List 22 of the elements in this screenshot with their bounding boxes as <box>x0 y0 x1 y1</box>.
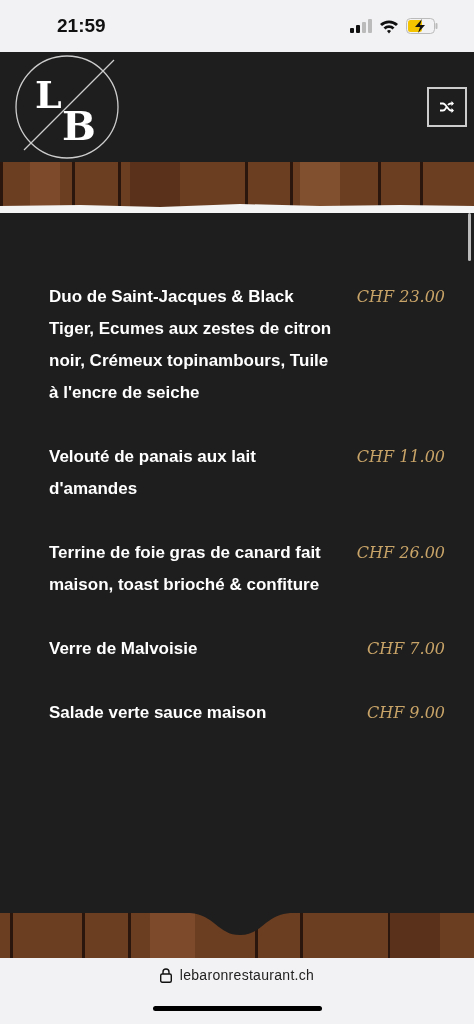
lock-icon <box>159 967 172 983</box>
shuffle-button[interactable] <box>427 87 467 127</box>
shuffle-icon <box>440 101 454 113</box>
dish-name: Verre de Malvoisie <box>49 638 199 660</box>
dish-name: Salade verte sauce maison <box>49 702 268 724</box>
wifi-icon <box>379 18 399 34</box>
signal-icon <box>350 19 372 33</box>
dish-price: CHF 11.00 <box>356 446 445 468</box>
logo-letter: B <box>62 106 96 146</box>
dish-price: CHF 9.00 <box>367 702 445 724</box>
logo[interactable]: L B <box>14 54 120 160</box>
scrollbar[interactable] <box>468 213 471 261</box>
url-text[interactable]: lebaronrestaurant.ch <box>179 967 315 983</box>
dish-price: CHF 7.00 <box>367 638 445 660</box>
status-time: 21:59 <box>57 15 106 37</box>
dish-name: Duo de Saint-Jacques & Black Tiger, Ecumes aux zestes de citron noir, Crémeux topinambours, Tuile à l'encre de seiche <box>49 286 333 404</box>
battery-charging-icon <box>406 18 438 34</box>
dish-price: CHF 26.00 <box>356 542 445 564</box>
dish-name: Velouté de panais aux lait d'amandes <box>49 446 257 500</box>
dish-price: CHF 23.00 <box>356 286 445 308</box>
dish-name: Terrine de foie gras de canard fait maison, toast brioché & confiture <box>49 542 322 596</box>
logo-letter: L <box>35 76 62 114</box>
